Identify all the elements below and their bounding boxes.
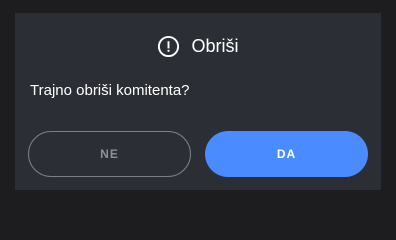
yes-button-label: DA: [276, 147, 297, 161]
no-button-label: NE: [100, 147, 119, 161]
confirm-delete-dialog: Obriši Trajno obriši komitenta? NE DA: [15, 13, 381, 190]
yes-button[interactable]: DA: [205, 131, 368, 177]
dialog-title: Obriši: [191, 36, 239, 56]
dialog-header: Obriši: [15, 34, 381, 58]
exclamation-circle-icon: [157, 35, 180, 58]
dialog-message: Trajno obriši komitenta?: [30, 82, 190, 99]
no-button[interactable]: NE: [28, 131, 191, 177]
